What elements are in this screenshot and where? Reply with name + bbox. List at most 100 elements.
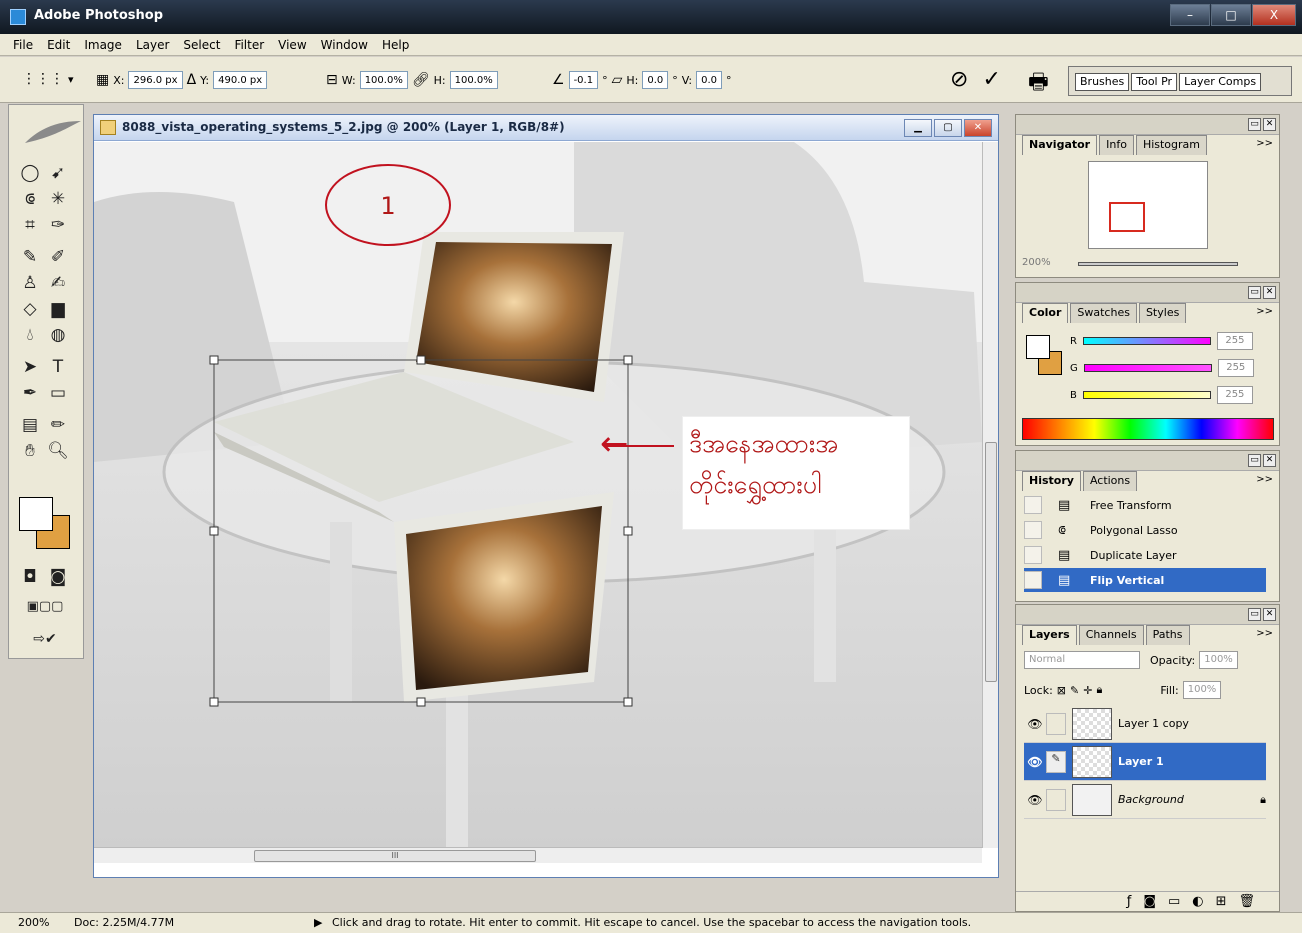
history-item[interactable]: ▤ Free Transform — [1024, 493, 1266, 517]
tab-swatches[interactable]: Swatches — [1070, 303, 1137, 323]
panel-minimize-button[interactable]: ▭ — [1248, 286, 1261, 299]
history-brush-icon[interactable]: ✍ — [45, 271, 71, 295]
vertical-scrollbar[interactable] — [982, 142, 998, 848]
crop-tool-icon[interactable]: ⌗ — [17, 213, 43, 237]
jump-to-imageready-icon[interactable]: ⇨✔ — [15, 627, 75, 651]
navigator-zoom-field[interactable]: 200% — [1022, 257, 1062, 273]
layer-row[interactable]: 👁︎ Background 🔒︎ — [1024, 781, 1266, 819]
panel-close-button[interactable]: ✕ — [1263, 454, 1276, 467]
panel-menu-button[interactable]: >> — [1256, 138, 1273, 149]
width-field[interactable]: 100.0% — [359, 71, 408, 89]
y-position-field[interactable]: 490.0 px — [213, 71, 268, 89]
horizontal-scroll-thumb[interactable]: III — [254, 850, 536, 862]
panel-minimize-button[interactable]: ▭ — [1248, 608, 1261, 621]
reference-point-icon[interactable]: ▦ — [96, 72, 109, 88]
screen-mode-icon[interactable]: ▣▢▢ — [15, 595, 75, 619]
menu-image[interactable]: Image — [77, 38, 129, 52]
shape-tool-icon[interactable]: ▭ — [45, 381, 71, 405]
opacity-field[interactable]: 100% — [1199, 651, 1238, 669]
link-icon[interactable]: 🔗︎ — [412, 72, 430, 88]
commit-transform-icon[interactable]: ✓ — [982, 67, 1000, 92]
panel-close-button[interactable]: ✕ — [1263, 118, 1276, 131]
navigator-zoom-slider[interactable] — [1078, 262, 1238, 266]
doc-maximize-button[interactable]: ▢ — [934, 119, 962, 137]
doc-close-button[interactable]: ✕ — [964, 119, 992, 137]
layer-mask-icon[interactable]: ◙ — [1143, 894, 1156, 909]
notes-tool-icon[interactable]: ▤ — [17, 413, 43, 437]
layer-row-selected[interactable]: 👁︎ ✎ Layer 1 — [1024, 743, 1266, 781]
menu-file[interactable]: File — [6, 38, 40, 52]
eyedropper-icon[interactable]: ✏ — [45, 413, 71, 437]
menu-window[interactable]: Window — [314, 38, 375, 52]
navigator-thumbnail[interactable] — [1088, 161, 1208, 249]
red-channel-value[interactable]: 255 — [1216, 332, 1253, 350]
marquee-tool-icon[interactable]: ◯ — [17, 161, 43, 185]
layer-link-toggle[interactable] — [1046, 712, 1066, 735]
eye-icon[interactable]: 👁︎ — [1024, 755, 1046, 769]
layer-link-toggle[interactable] — [1046, 788, 1066, 811]
layer-row[interactable]: 👁︎ Layer 1 copy — [1024, 705, 1266, 743]
path-selection-icon[interactable]: ➤ — [17, 355, 43, 379]
dodge-tool-icon[interactable]: ◍ — [45, 323, 71, 347]
tab-layers[interactable]: Layers — [1022, 625, 1077, 645]
menu-layer[interactable]: Layer — [129, 38, 176, 52]
well-tab-layer-comps[interactable]: Layer Comps — [1179, 73, 1262, 91]
skew-v-field[interactable]: 0.0 — [696, 71, 722, 89]
lasso-tool-icon[interactable]: ⟃ — [17, 187, 43, 211]
foreground-color-swatch[interactable] — [19, 497, 53, 531]
tab-history[interactable]: History — [1022, 471, 1081, 491]
menu-view[interactable]: View — [271, 38, 313, 52]
photoshop-feather-icon[interactable] — [23, 119, 83, 145]
menu-edit[interactable]: Edit — [40, 38, 77, 52]
x-position-field[interactable]: 296.0 px — [128, 71, 183, 89]
trash-icon[interactable]: 🗑︎ — [1238, 894, 1255, 909]
color-spectrum-bar[interactable] — [1022, 418, 1274, 440]
blue-channel-slider[interactable] — [1082, 391, 1211, 399]
panel-close-button[interactable]: ✕ — [1263, 286, 1276, 299]
clone-stamp-icon[interactable]: ♙ — [17, 271, 43, 295]
standard-mode-icon[interactable]: ◘ — [17, 565, 43, 589]
healing-brush-icon[interactable]: ✎ — [17, 245, 43, 269]
status-doc-size[interactable]: Doc: 2.25M/4.77M — [74, 916, 174, 929]
eye-icon[interactable]: 👁︎ — [1024, 793, 1046, 807]
tab-navigator[interactable]: Navigator — [1022, 135, 1098, 155]
delta-icon[interactable]: Δ — [187, 72, 197, 88]
lock-transparent-icon[interactable]: ⊠ — [1057, 684, 1066, 697]
navigator-view-box[interactable] — [1109, 202, 1145, 232]
tab-actions[interactable]: Actions — [1082, 471, 1138, 491]
history-item[interactable]: ⟃ Polygonal Lasso — [1024, 518, 1266, 542]
eraser-tool-icon[interactable]: ◇ — [17, 297, 43, 321]
lock-image-icon[interactable]: ✎ — [1070, 684, 1079, 697]
history-item-selected[interactable]: ▤ Flip Vertical — [1024, 568, 1266, 592]
skew-h-field[interactable]: 0.0 — [642, 71, 669, 89]
tab-paths[interactable]: Paths — [1145, 625, 1190, 645]
blur-tool-icon[interactable]: 💧︎ — [17, 323, 43, 347]
gradient-tool-icon[interactable]: ▆ — [45, 297, 71, 321]
vertical-scroll-thumb[interactable] — [985, 442, 997, 682]
green-channel-value[interactable]: 255 — [1217, 359, 1254, 377]
hand-tool-icon[interactable]: ✋︎ — [17, 439, 43, 463]
doc-minimize-button[interactable]: ▁ — [904, 119, 932, 137]
color-fg-swatch[interactable] — [1026, 335, 1050, 359]
status-zoom[interactable]: 200% — [18, 916, 49, 929]
maximize-button[interactable]: □ — [1211, 4, 1251, 26]
history-item[interactable]: ▤ Duplicate Layer — [1024, 543, 1266, 567]
zoom-tool-icon[interactable]: 🔍︎ — [45, 439, 71, 463]
menu-select[interactable]: Select — [176, 38, 227, 52]
cancel-transform-icon[interactable]: ⊘ — [950, 67, 968, 92]
eye-icon[interactable]: 👁︎ — [1024, 717, 1046, 731]
slice-tool-icon[interactable]: ✑ — [45, 213, 71, 237]
panel-minimize-button[interactable]: ▭ — [1248, 454, 1261, 467]
well-tab-brushes[interactable]: Brushes — [1075, 73, 1130, 91]
history-snapshot-checkbox[interactable] — [1024, 521, 1042, 539]
menu-help[interactable]: Help — [375, 38, 416, 52]
brush-tool-icon[interactable]: ✐ — [45, 245, 71, 269]
type-tool-icon[interactable]: T — [45, 355, 71, 379]
tab-channels[interactable]: Channels — [1078, 625, 1144, 645]
well-tab-tool-presets[interactable]: Tool Pr — [1131, 73, 1178, 91]
move-tool-icon[interactable]: ➹ — [45, 161, 71, 185]
history-snapshot-checkbox[interactable] — [1024, 546, 1042, 564]
close-button[interactable]: X — [1252, 4, 1296, 26]
panel-menu-button[interactable]: >> — [1256, 474, 1273, 485]
blend-mode-select[interactable]: Normal — [1024, 651, 1140, 669]
